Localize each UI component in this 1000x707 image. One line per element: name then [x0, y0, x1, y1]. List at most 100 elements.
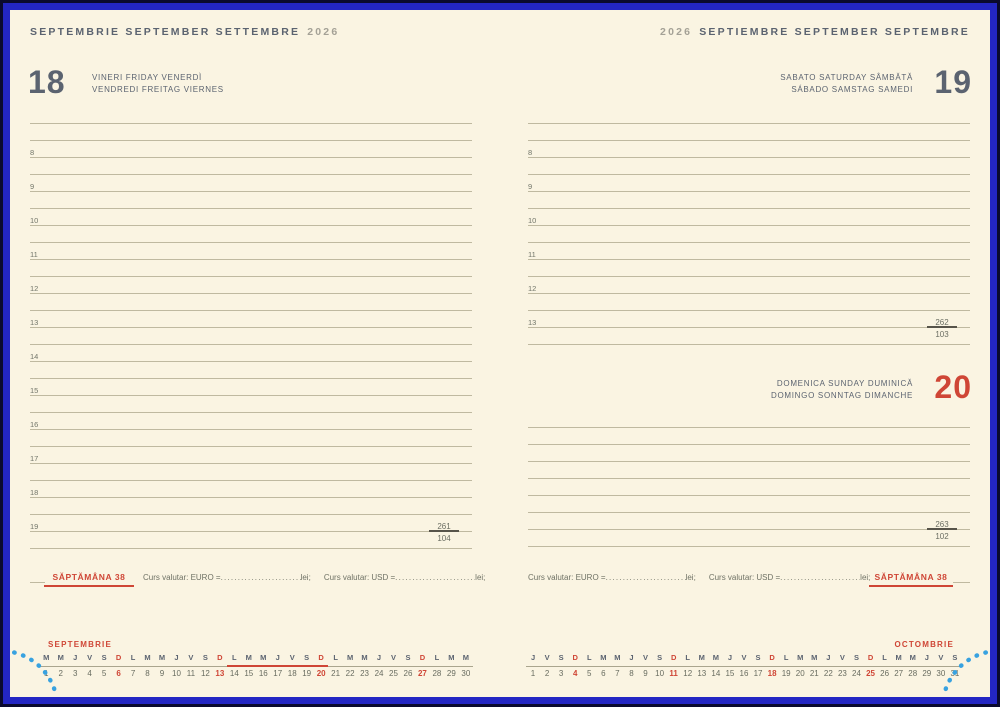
corner-arc-decoration	[930, 635, 1000, 707]
calendar-date: 28	[430, 669, 444, 678]
euro-rate-line: Curs valutar: EURO = ...................…	[528, 573, 696, 582]
euro-rate-line: Curs valutar: EURO = ...................…	[143, 573, 311, 582]
calendar-date: 19	[779, 669, 793, 678]
ruled-line	[30, 430, 472, 447]
dotted-leader: ........................................…	[780, 573, 860, 582]
footer-line	[30, 582, 45, 583]
calendar-date: 14	[709, 669, 723, 678]
weekday-letter: J	[526, 653, 540, 662]
calendar-date: 2	[540, 669, 554, 678]
day-names-line1: VINERI FRIDAY VENERDÌ	[92, 72, 224, 84]
ruled-line	[30, 532, 472, 549]
day-names-line1: SABATO SATURDAY SÂMBĂTĂ	[780, 72, 913, 84]
calendar-divider-line	[526, 666, 962, 667]
ruled-line: 19	[30, 515, 472, 532]
calendar-date: 8	[140, 669, 154, 678]
weekday-letters-row: MMJVSDLMMJVSDLMMJVSDLMMJVSDLMM	[39, 653, 473, 662]
calendar-date: 7	[126, 669, 140, 678]
calendar-date: 1	[526, 669, 540, 678]
ruled-line	[30, 107, 472, 124]
calendar-date: 22	[343, 669, 357, 678]
page-right: 2026SEPTIEMBRE SEPTEMBER SEPTEMBRE SABAT…	[528, 0, 970, 707]
ruled-line	[30, 396, 472, 413]
ruled-line	[528, 513, 970, 530]
weekday-letter: V	[835, 653, 849, 662]
day-number-19: 19	[934, 66, 972, 98]
page-left: SEPTEMBRIE SEPTEMBER SETTEMBRE2026 18 VI…	[30, 0, 472, 707]
day-names-line2: VENDREDI FREITAG VIERNES	[92, 84, 224, 96]
hour-label: 19	[30, 523, 38, 531]
hour-label: 11	[30, 251, 38, 259]
ruled-line	[528, 124, 970, 141]
hour-label: 12	[528, 285, 536, 293]
calendar-date: 25	[864, 669, 878, 678]
ruled-line: 11	[30, 243, 472, 260]
ruled-line	[30, 328, 472, 345]
day-names-line1: DOMENICA SUNDAY DUMINICĂ	[771, 378, 913, 390]
ruled-line: 9	[528, 175, 970, 192]
calendar-date: 5	[97, 669, 111, 678]
calendar-date: 18	[765, 669, 779, 678]
hour-lines-friday: 8910111213141516171819	[30, 107, 472, 549]
ruled-line: 15	[30, 379, 472, 396]
days-remaining: 104	[429, 532, 459, 544]
day-of-year: 262	[927, 317, 957, 328]
weekday-letter: M	[596, 653, 610, 662]
day-names-saturday: SABATO SATURDAY SÂMBĂTĂ SÁBADO SAMSTAG S…	[780, 72, 913, 95]
dotted-leader: ........................................…	[395, 573, 475, 582]
calendar-date: 11	[667, 669, 681, 678]
day-of-year-marker: 261 104	[429, 521, 459, 544]
ruled-line	[30, 498, 472, 515]
calendar-date: 21	[328, 669, 342, 678]
calendar-date: 3	[554, 669, 568, 678]
day-of-year-marker: 263 102	[927, 519, 957, 542]
ruled-line: 10	[528, 209, 970, 226]
ruled-line	[30, 226, 472, 243]
usd-rate-label: Curs valutar: USD =	[324, 573, 395, 582]
ruled-line	[30, 158, 472, 175]
ruled-line	[30, 124, 472, 141]
euro-rate-label: Curs valutar: EURO =	[143, 573, 221, 582]
calendar-date: 4	[82, 669, 96, 678]
weekday-letter: D	[864, 653, 878, 662]
day-number-20: 20	[934, 371, 972, 403]
ruled-line: 11	[528, 243, 970, 260]
ruled-line	[30, 260, 472, 277]
hour-label: 9	[30, 183, 34, 191]
weekday-letter: S	[401, 653, 415, 662]
hour-label: 8	[528, 149, 532, 157]
calendar-date: 6	[596, 669, 610, 678]
ruled-line	[528, 294, 970, 311]
day-names-line2: DOMINGO SONNTAG DIMANCHE	[771, 390, 913, 402]
calendar-date: 16	[256, 669, 270, 678]
calendar-date: 18	[285, 669, 299, 678]
ruled-line: 10	[30, 209, 472, 226]
hour-label: 8	[30, 149, 34, 157]
calendar-date: 7	[610, 669, 624, 678]
calendar-date: 17	[271, 669, 285, 678]
year-label: 2026	[307, 26, 339, 38]
calendar-date: 23	[835, 669, 849, 678]
note-lines-sunday	[528, 411, 970, 547]
month-header-left: SEPTEMBRIE SEPTEMBER SETTEMBRE2026	[30, 26, 339, 38]
weekday-letter: V	[540, 653, 554, 662]
dates-row: 1234567891011121314151617181920212223242…	[526, 669, 962, 678]
ruled-line	[528, 462, 970, 479]
day-names-line2: SÁBADO SAMSTAG SAMEDI	[780, 84, 913, 96]
month-header-right: 2026SEPTIEMBRE SEPTEMBER SEPTEMBRE	[660, 26, 970, 38]
calendar-date: 30	[459, 669, 473, 678]
weekday-letter: J	[169, 653, 183, 662]
usd-rate-line: Curs valutar: USD = ....................…	[709, 573, 871, 582]
weekday-letter: L	[878, 653, 892, 662]
weekday-letter: L	[582, 653, 596, 662]
currency-row: Curs valutar: EURO = ...................…	[143, 573, 485, 582]
year-label: 2026	[660, 26, 692, 38]
day-names-sunday: DOMENICA SUNDAY DUMINICĂ DOMINGO SONNTAG…	[771, 378, 913, 401]
calendar-date: 9	[155, 669, 169, 678]
corner-arc-decoration	[0, 635, 70, 707]
weekday-letter: S	[849, 653, 863, 662]
weekday-letter: J	[372, 653, 386, 662]
calendar-date: 25	[386, 669, 400, 678]
calendar-date: 10	[169, 669, 183, 678]
ruled-line	[528, 445, 970, 462]
